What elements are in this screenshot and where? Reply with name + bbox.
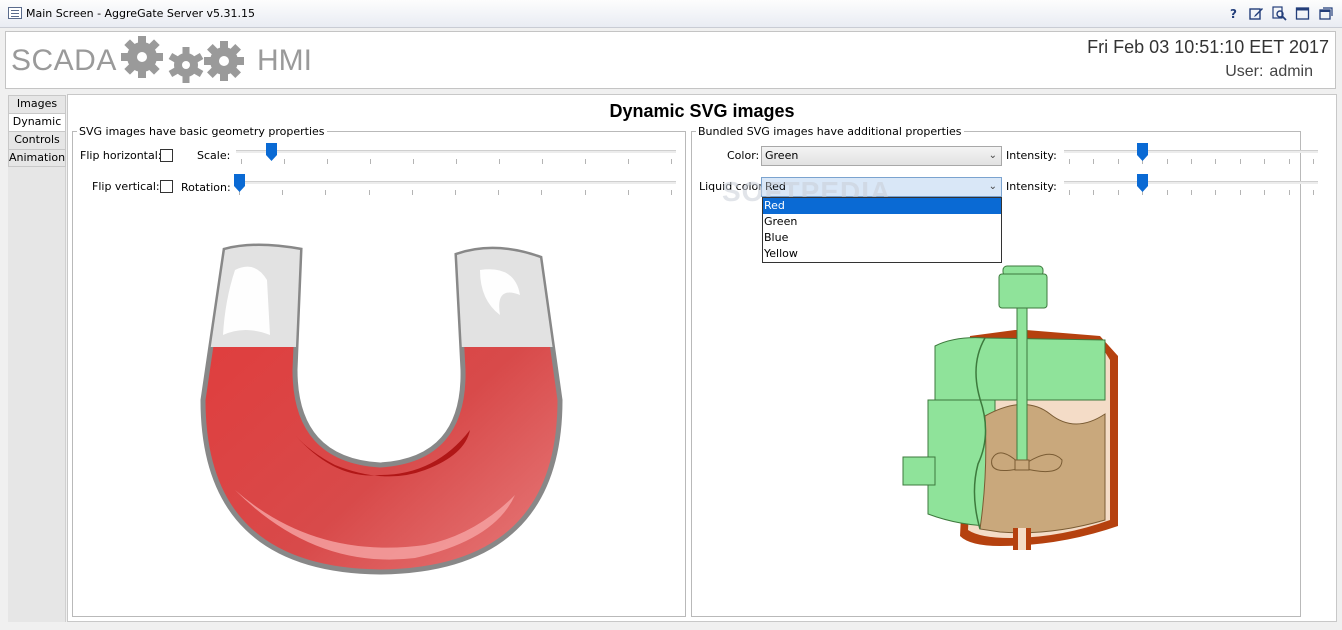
slider-tick: [1289, 159, 1290, 164]
page-title: Dynamic SVG images: [609, 101, 795, 121]
slider-tick: [498, 190, 499, 195]
slider-tick: [412, 190, 413, 195]
slider-tick: [284, 159, 285, 164]
restore-icon[interactable]: [1317, 5, 1334, 22]
flip-vertical-label: Flip vertical:: [92, 180, 160, 193]
slider-track: [234, 181, 676, 184]
search-icon[interactable]: [1271, 5, 1288, 22]
slider-tick: [327, 159, 328, 164]
app-header: SCADA HMI Fri Feb 03 10:51:10 EET 2017 U…: [5, 31, 1336, 89]
slider-tick: [1264, 159, 1265, 164]
user-label: User:: [1225, 63, 1264, 80]
help-button[interactable]: ?: [1225, 5, 1242, 22]
intensity-slider-2[interactable]: [1064, 174, 1318, 195]
slider-tick: [585, 190, 586, 195]
slider-tick: [1240, 159, 1241, 164]
slider-tick: [628, 190, 629, 195]
slider-tick: [671, 190, 672, 195]
window-titlebar: Main Screen - AggreGate Server v5.31.15 …: [0, 0, 1342, 28]
slider-tick: [456, 159, 457, 164]
option-red[interactable]: Red: [763, 198, 1001, 214]
color-label: Color:: [727, 149, 760, 162]
slider-tick: [1215, 159, 1216, 164]
liquid-color-dropdown-list: Red Green Blue Yellow: [762, 197, 1002, 263]
slider-tick: [1191, 159, 1192, 164]
slider-tick: [1313, 190, 1314, 195]
intensity-label-1: Intensity:: [1006, 149, 1057, 162]
vertical-tabs: Images Dynamic Controls Animation: [8, 95, 66, 167]
slider-thumb[interactable]: [1137, 174, 1148, 192]
slider-tick: [241, 159, 242, 164]
tab-animation[interactable]: Animation: [8, 149, 66, 167]
slider-track: [236, 150, 676, 153]
bundled-panel-legend: Bundled SVG images have additional prope…: [698, 125, 962, 138]
color-select-value: Green: [765, 149, 799, 162]
rotation-label: Rotation:: [181, 181, 231, 194]
geometry-panel-legend: SVG images have basic geometry propertie…: [79, 125, 325, 138]
slider-tick: [541, 190, 542, 195]
slider-tick: [628, 159, 629, 164]
slider-tick: [455, 190, 456, 195]
chevron-down-icon: ⌄: [988, 181, 997, 192]
slider-tick: [542, 159, 543, 164]
current-datetime: Fri Feb 03 10:51:10 EET 2017: [1087, 37, 1329, 57]
slider-tick: [1215, 190, 1216, 195]
slider-tick: [499, 159, 500, 164]
scale-slider[interactable]: [236, 143, 676, 164]
slider-tick: [413, 159, 414, 164]
app-icon: [8, 7, 22, 19]
slider-tick: [1069, 190, 1070, 195]
slider-tick: [1118, 190, 1119, 195]
flip-vertical-checkbox[interactable]: [160, 180, 173, 193]
rotation-slider[interactable]: [234, 174, 676, 195]
slider-tick: [1313, 159, 1314, 164]
slider-tick: [1093, 159, 1094, 164]
slider-tick: [370, 159, 371, 164]
window-title: Main Screen - AggreGate Server v5.31.15: [26, 7, 255, 20]
slider-thumb[interactable]: [1137, 143, 1148, 161]
slider-tick: [1289, 190, 1290, 195]
chevron-down-icon: ⌄: [988, 150, 997, 161]
slider-tick: [369, 190, 370, 195]
intensity-label-2: Intensity:: [1006, 180, 1057, 193]
user-name: admin: [1269, 63, 1313, 80]
intensity-slider-1[interactable]: [1064, 143, 1318, 164]
tank-svg-image: [902, 265, 1118, 550]
slider-tick: [1167, 190, 1168, 195]
slider-tick: [1093, 190, 1094, 195]
slider-track: [1064, 181, 1318, 184]
flip-horizontal-label: Flip horizontal:: [80, 149, 162, 162]
flip-horizontal-checkbox[interactable]: [160, 149, 173, 162]
option-blue[interactable]: Blue: [763, 230, 1001, 246]
gears-logo-icon: [121, 36, 244, 83]
edit-icon[interactable]: [1248, 5, 1265, 22]
tab-controls[interactable]: Controls: [8, 131, 66, 149]
slider-tick: [1118, 159, 1119, 164]
slider-tick: [671, 159, 672, 164]
tab-rail: [8, 167, 66, 622]
color-select[interactable]: Green ⌄: [761, 146, 1002, 166]
user-info: User: admin: [1219, 63, 1313, 81]
maximize-icon[interactable]: [1294, 5, 1311, 22]
slider-tick: [1167, 159, 1168, 164]
magnet-svg-image: [200, 243, 563, 575]
tab-images[interactable]: Images: [8, 95, 66, 113]
slider-tick: [1264, 190, 1265, 195]
slider-tick: [1240, 190, 1241, 195]
option-green[interactable]: Green: [763, 214, 1001, 230]
scale-label: Scale:: [197, 149, 231, 162]
logo-hmi-text: HMI: [257, 44, 312, 77]
slider-tick: [325, 190, 326, 195]
tab-dynamic[interactable]: Dynamic: [8, 113, 66, 131]
titlebar-buttons: ?: [1225, 5, 1334, 22]
logo-scada-text: SCADA: [11, 44, 117, 77]
slider-tick: [585, 159, 586, 164]
slider-tick: [282, 190, 283, 195]
slider-tick: [1191, 190, 1192, 195]
option-yellow[interactable]: Yellow: [763, 246, 1001, 262]
slider-tick: [1069, 159, 1070, 164]
slider-thumb[interactable]: [266, 143, 277, 161]
slider-thumb[interactable]: [234, 174, 245, 192]
slider-track: [1064, 150, 1318, 153]
